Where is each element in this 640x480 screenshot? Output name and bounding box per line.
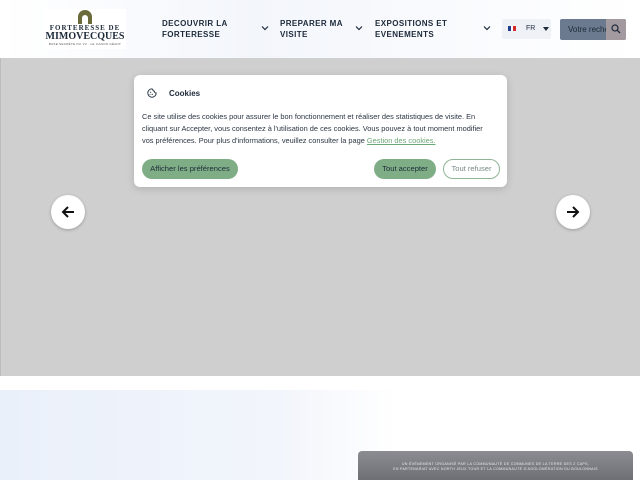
nav-item-decouvrir[interactable]: DECOUVRIR LA FORTERESSE	[162, 18, 228, 40]
search-icon	[611, 24, 621, 34]
caret-down-icon	[543, 27, 549, 31]
accept-all-button[interactable]: Tout accepter	[374, 159, 436, 179]
nav-label-line-1: EXPOSITIONS ET	[375, 19, 448, 28]
cookie-dialog: Cookies Ce site utilise des cookies pour…	[134, 75, 507, 187]
banner-line-2: EN PARTENARIAT AVEC NORTH JEUX TOUR ET L…	[393, 467, 598, 471]
cookie-icon	[147, 88, 157, 98]
cookie-management-link[interactable]: Gestion des cookies.	[367, 136, 436, 145]
nav-item-preparer[interactable]: PREPARER MA VISITE	[280, 18, 343, 40]
cookie-message: Ce site utilise des cookies pour assurer…	[142, 111, 492, 147]
language-code: FR	[526, 25, 536, 32]
search-placeholder[interactable]: Votre recherche	[568, 25, 610, 34]
carousel-next-button[interactable]	[556, 195, 590, 229]
arrow-left-icon	[61, 206, 74, 218]
search-field[interactable]: Votre recherche	[560, 19, 626, 40]
site-header: FORTERESSE DE MIMOVECQUES BASE SECRÈTE D…	[0, 0, 640, 58]
chevron-down-icon[interactable]	[261, 24, 269, 32]
nav-label-line-1: DECOUVRIR LA	[162, 19, 228, 28]
lower-section-background	[0, 390, 398, 480]
show-preferences-button[interactable]: Afficher les préférences	[142, 159, 238, 179]
chevron-down-icon[interactable]	[355, 24, 363, 32]
nav-label-line-2: FORTERESSE	[162, 30, 221, 39]
refuse-all-button[interactable]: Tout refuser	[443, 159, 500, 179]
chevron-down-icon[interactable]	[483, 24, 491, 32]
event-banner: UN ÉVÉNEMENT ORGANISÉ PAR LA COMMUNAUTÉ …	[358, 451, 633, 480]
logo-line-2: MIMOVECQUES	[45, 31, 125, 42]
fortress-logo-icon	[78, 10, 92, 24]
site-logo[interactable]: FORTERESSE DE MIMOVECQUES BASE SECRÈTE D…	[44, 9, 126, 49]
cookie-title: Cookies	[169, 89, 201, 98]
logo-tagline: BASE SECRÈTE DU V3 · LE CANON GÉANT	[48, 42, 122, 46]
search-button[interactable]	[606, 19, 626, 40]
nav-item-expositions[interactable]: EXPOSITIONS ET EVENEMENTS	[375, 18, 447, 40]
france-flag-icon	[508, 26, 517, 31]
arrow-right-icon	[567, 206, 580, 218]
nav-label-line-2: VISITE	[280, 30, 308, 39]
language-selector[interactable]: FR	[502, 19, 551, 39]
nav-label-line-1: PREPARER MA	[280, 19, 343, 28]
carousel-prev-button[interactable]	[51, 195, 85, 229]
flag-stripe-red	[513, 26, 517, 31]
nav-label-line-2: EVENEMENTS	[375, 30, 435, 39]
